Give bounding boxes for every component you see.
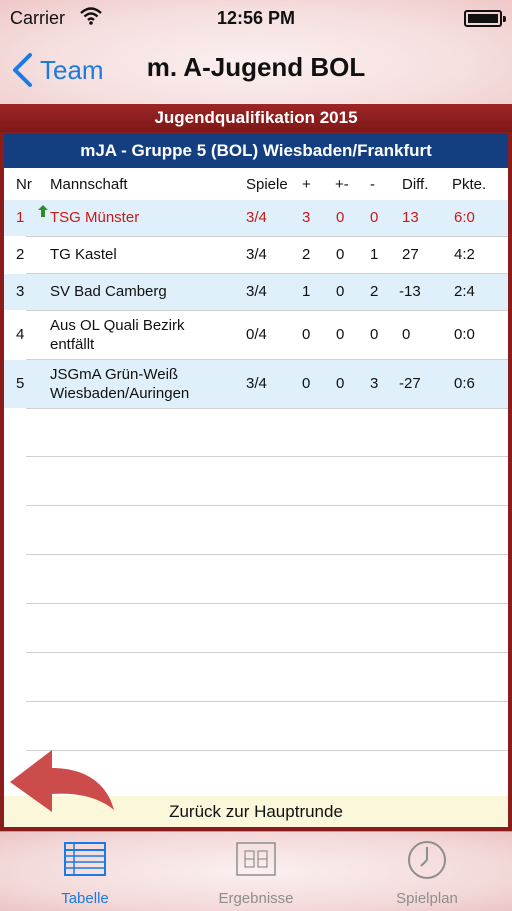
row-lost: 3 [370, 375, 379, 392]
row-games: 3/4 [246, 283, 267, 300]
standings-frame: Jugendqualifikation 2015 mJA - Gruppe 5 … [0, 104, 512, 831]
top-bar: Carrier 12:56 PM Team m. A-Jugend BOL [0, 0, 512, 104]
row-games: 0/4 [246, 326, 267, 343]
row-draw: 0 [336, 246, 345, 263]
col-nr: Nr [16, 176, 32, 193]
tab-tabelle[interactable]: Tabelle [0, 832, 170, 911]
page-title: m. A-Jugend BOL [146, 52, 366, 82]
row-nr: 1 [16, 209, 25, 226]
row-lost: 0 [370, 209, 379, 226]
section-title: Jugendqualifikation 2015 [0, 104, 512, 132]
row-games: 3/4 [246, 246, 267, 263]
tab-ergebnisse[interactable]: Ergebnisse [171, 832, 341, 911]
empty-row-divider [26, 701, 508, 702]
row-diff: 27 [402, 246, 419, 263]
col-diff: Diff. [402, 176, 429, 193]
row-points: 0:0 [454, 326, 475, 343]
col-points: Pkte. [452, 176, 487, 193]
row-diff: 0 [402, 326, 411, 343]
row-diff: 13 [402, 209, 419, 226]
tab-tabelle-label: Tabelle [61, 890, 109, 907]
group-title: mJA - Gruppe 5 (BOL) Wiesbaden/Frankfurt [4, 134, 508, 168]
row-diff: -27 [399, 375, 421, 392]
row-won: 3 [302, 209, 311, 226]
empty-row-divider [26, 603, 508, 604]
col-won: + [302, 176, 311, 193]
clock-time: 12:56 PM [216, 8, 296, 28]
col-lost: - [370, 176, 375, 193]
tab-bar: Tabelle Ergebnisse Spielplan [0, 831, 512, 911]
row-draw: 0 [336, 375, 345, 392]
row-divider [26, 408, 508, 409]
col-team: Mannschaft [50, 176, 128, 193]
row-games: 3/4 [246, 375, 267, 392]
row-points: 2:4 [454, 283, 475, 300]
row-lost: 2 [370, 283, 379, 300]
row-nr: 2 [16, 246, 25, 263]
empty-row-divider [26, 456, 508, 457]
empty-row-divider [26, 652, 508, 653]
row-team: TSG Münster [50, 209, 140, 226]
row-nr: 4 [16, 326, 25, 343]
table-row[interactable]: 1 TSG Münster 3/4 3 0 0 13 6:0 [4, 200, 508, 236]
table-row[interactable]: 4 Aus OL Quali Bezirk entfällt 0/4 0 0 0… [4, 311, 508, 359]
row-team-line2: Wiesbaden/Auringen [50, 385, 190, 402]
row-won: 2 [302, 246, 311, 263]
row-won: 1 [302, 283, 311, 300]
tab-spielplan-label: Spielplan [396, 890, 458, 907]
status-bar: Carrier 12:56 PM [0, 0, 512, 36]
row-team: JSGmA Grün-Weiß [50, 366, 179, 383]
row-points: 4:2 [454, 246, 475, 263]
row-won: 0 [302, 326, 311, 343]
scoreboard-icon [236, 842, 276, 876]
standings-panel: mJA - Gruppe 5 (BOL) Wiesbaden/Frankfurt… [4, 134, 508, 827]
curved-back-arrow-icon[interactable] [8, 748, 118, 816]
row-team-line2: entfällt [50, 336, 95, 353]
row-team: SV Bad Camberg [50, 283, 167, 300]
row-points: 0:6 [454, 375, 475, 392]
row-team: TG Kastel [50, 246, 117, 263]
row-draw: 0 [336, 326, 345, 343]
arrow-up-icon [38, 205, 48, 217]
row-games: 3/4 [246, 209, 267, 226]
row-lost: 1 [370, 246, 379, 263]
tab-spielplan[interactable]: Spielplan [342, 832, 512, 911]
table-header: Nr Mannschaft Spiele + +- - Diff. Pkte. [4, 168, 508, 200]
row-draw: 0 [336, 209, 345, 226]
row-draw: 0 [336, 283, 345, 300]
table-row[interactable]: 3 SV Bad Camberg 3/4 1 0 2 -13 2:4 [4, 274, 508, 310]
row-nr: 3 [16, 283, 25, 300]
row-points: 6:0 [454, 209, 475, 226]
col-games: Spiele [246, 176, 288, 193]
tab-ergebnisse-label: Ergebnisse [218, 890, 294, 907]
row-won: 0 [302, 375, 311, 392]
table-row[interactable]: 2 TG Kastel 3/4 2 0 1 27 4:2 [4, 237, 508, 273]
col-draw: +- [335, 176, 349, 193]
row-diff: -13 [399, 283, 421, 300]
row-lost: 0 [370, 326, 379, 343]
table-icon [64, 842, 106, 876]
table-row[interactable]: 5 JSGmA Grün-Weiß Wiesbaden/Auringen 3/4… [4, 360, 508, 408]
row-nr: 5 [16, 375, 25, 392]
clock-icon [408, 841, 446, 879]
empty-row-divider [26, 554, 508, 555]
empty-row-divider [26, 505, 508, 506]
battery-icon [464, 10, 506, 27]
row-team: Aus OL Quali Bezirk [50, 317, 185, 334]
